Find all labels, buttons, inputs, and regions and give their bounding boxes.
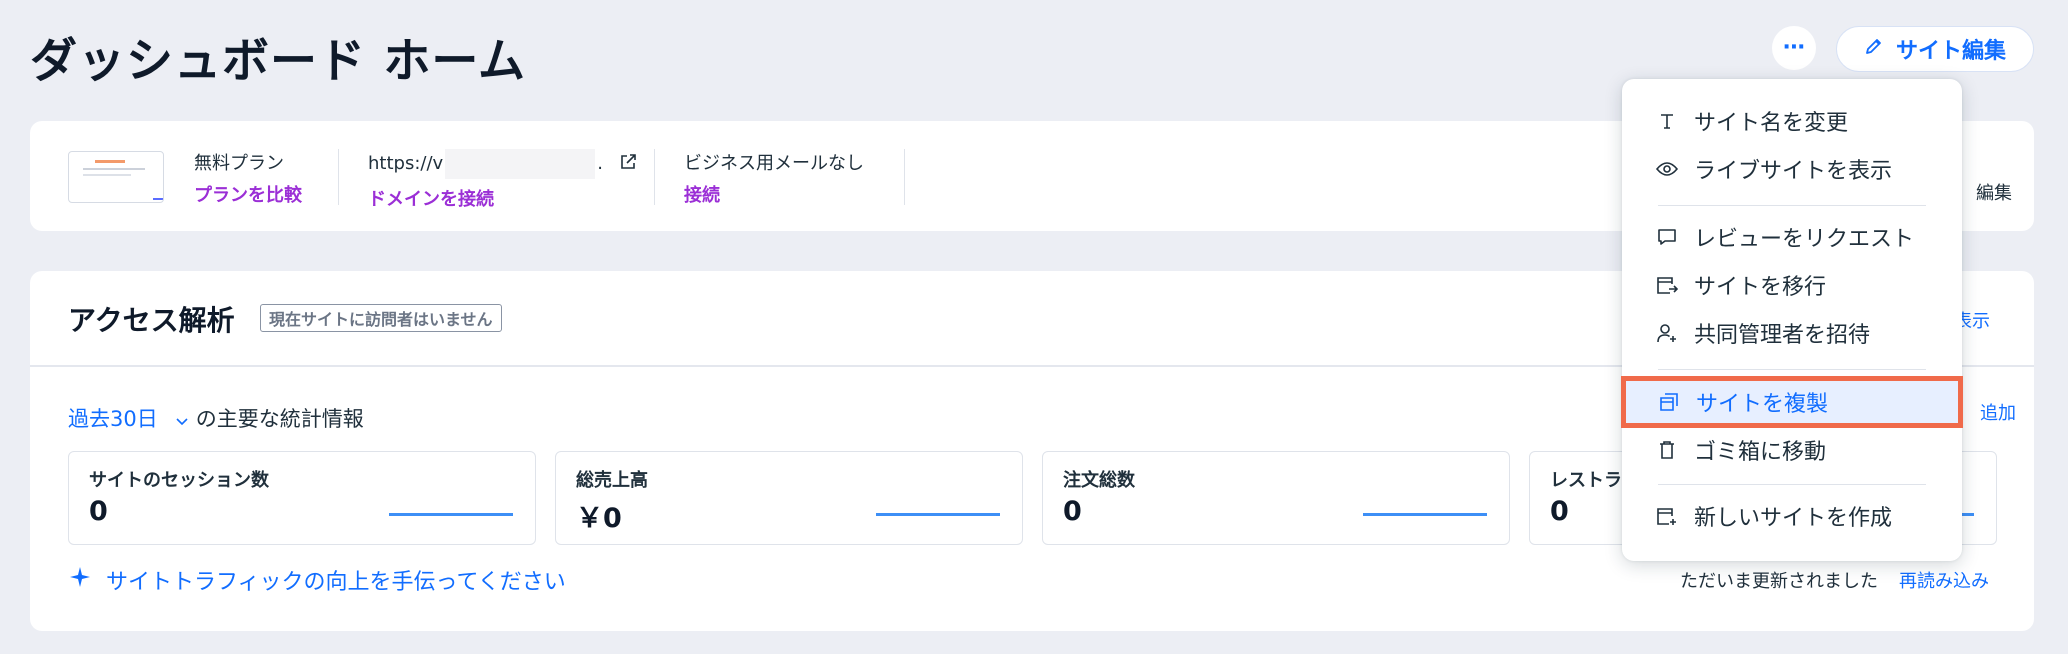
period-select[interactable]: 過去30日	[68, 407, 158, 431]
plan-section: 無料プラン プランを比較	[194, 149, 302, 207]
eye-icon	[1656, 158, 1678, 180]
sparkle-icon	[68, 565, 92, 595]
stat-card[interactable]: サイトのセッション数 0	[68, 451, 536, 545]
email-section: ビジネス用メールなし 接続	[684, 149, 864, 207]
external-link-icon[interactable]	[619, 153, 637, 176]
menu-item-label: ゴミ箱に移動	[1694, 440, 1827, 465]
menu-item-move-to-trash[interactable]: ゴミ箱に移動	[1622, 427, 1962, 473]
menu-item-label: 共同管理者を招待	[1694, 323, 1871, 348]
more-actions-button[interactable]: ⋯	[1772, 26, 1816, 70]
stat-card[interactable]: 総売上高 ￥0	[555, 451, 1023, 545]
trash-icon	[1656, 439, 1678, 461]
compare-plans-link[interactable]: プランを比較	[194, 181, 302, 207]
menu-item-label: サイト名を変更	[1694, 111, 1849, 136]
domain-section: https://v. ドメインを接続	[368, 149, 637, 211]
site-thumbnail[interactable]	[68, 151, 164, 203]
stat-card[interactable]: 注文総数 0	[1042, 451, 1510, 545]
stat-label: 注文総数	[1063, 470, 1135, 491]
menu-item-duplicate-site[interactable]: サイトを複製	[1621, 376, 1963, 428]
chevron-down-icon[interactable]	[176, 407, 188, 431]
menu-divider	[1658, 484, 1926, 485]
sparkline	[389, 513, 513, 516]
menu-item-create-new-site[interactable]: 新しいサイトを作成	[1622, 493, 1962, 539]
sparkline	[876, 513, 1000, 516]
divider	[338, 149, 339, 205]
menu-item-invite-collaborator[interactable]: 共同管理者を招待	[1622, 310, 1962, 356]
invite-icon	[1656, 322, 1678, 344]
pencil-icon	[1864, 36, 1884, 62]
connect-domain-link[interactable]: ドメインを接続	[368, 185, 637, 211]
stat-value: 0	[89, 496, 108, 527]
divider	[654, 149, 655, 205]
menu-item-label: 新しいサイトを作成	[1694, 506, 1893, 531]
divider	[904, 149, 905, 205]
traffic-help-label: サイトトラフィックの向上を手伝ってください	[106, 570, 566, 595]
text-icon	[1656, 110, 1678, 132]
add-stat-link[interactable]: 追加	[1980, 399, 2016, 425]
menu-item-label: サイトを移行	[1694, 275, 1827, 300]
traffic-help-link[interactable]: サイトトラフィックの向上を手伝ってください	[68, 564, 566, 596]
reload-link[interactable]: 再読み込み	[1899, 567, 1989, 593]
menu-item-label: ライブサイトを表示	[1694, 159, 1893, 184]
email-label: ビジネス用メールなし	[684, 153, 864, 174]
new-site-icon	[1656, 505, 1678, 527]
redacted-url	[445, 149, 596, 179]
edit-site-label: サイト編集	[1895, 39, 2006, 64]
stat-label: レストラ	[1550, 470, 1622, 491]
stat-label: サイトのセッション数	[89, 470, 269, 491]
menu-item-label: サイトを複製	[1696, 392, 1829, 417]
edit-site-button[interactable]: サイト編集	[1836, 26, 2034, 72]
plan-label: 無料プラン	[194, 153, 284, 174]
page-title: ダッシュボード ホーム	[30, 34, 526, 89]
period-row: 過去30日 の主要な統計情報	[68, 403, 364, 433]
period-suffix: の主要な統計情報	[195, 407, 364, 431]
comment-icon	[1656, 226, 1678, 248]
transfer-icon	[1656, 274, 1678, 296]
menu-item-transfer-site[interactable]: サイトを移行	[1622, 262, 1962, 308]
connect-email-link[interactable]: 接続	[684, 181, 864, 207]
stat-value: 0	[1063, 496, 1082, 527]
stat-value: ￥0	[576, 503, 622, 534]
visitors-status-badge: 現在サイトに訪問者はいません	[260, 304, 502, 332]
menu-item-request-review[interactable]: レビューをリクエスト	[1622, 214, 1962, 260]
menu-item-view-live-site[interactable]: ライブサイトを表示	[1622, 146, 1962, 192]
site-url[interactable]: https://v.	[368, 149, 637, 179]
edit-site-info-link[interactable]: 編集	[1976, 179, 2012, 205]
updated-status: ただいま更新されました	[1680, 571, 1878, 592]
duplicate-icon	[1658, 391, 1680, 413]
analytics-title: アクセス解析	[68, 304, 235, 337]
menu-divider	[1658, 205, 1926, 206]
stat-value: 0	[1550, 496, 1569, 527]
stat-label: 総売上高	[576, 470, 648, 491]
menu-item-rename-site[interactable]: サイト名を変更	[1622, 98, 1962, 144]
menu-item-label: レビューをリクエスト	[1694, 227, 1915, 252]
menu-divider	[1658, 369, 1926, 370]
site-actions-menu: サイト名を変更 ライブサイトを表示 レビューをリクエスト サイトを移行 共同管理…	[1621, 79, 1963, 561]
sparkline	[1363, 513, 1487, 516]
more-icon: ⋯	[1783, 35, 1805, 60]
